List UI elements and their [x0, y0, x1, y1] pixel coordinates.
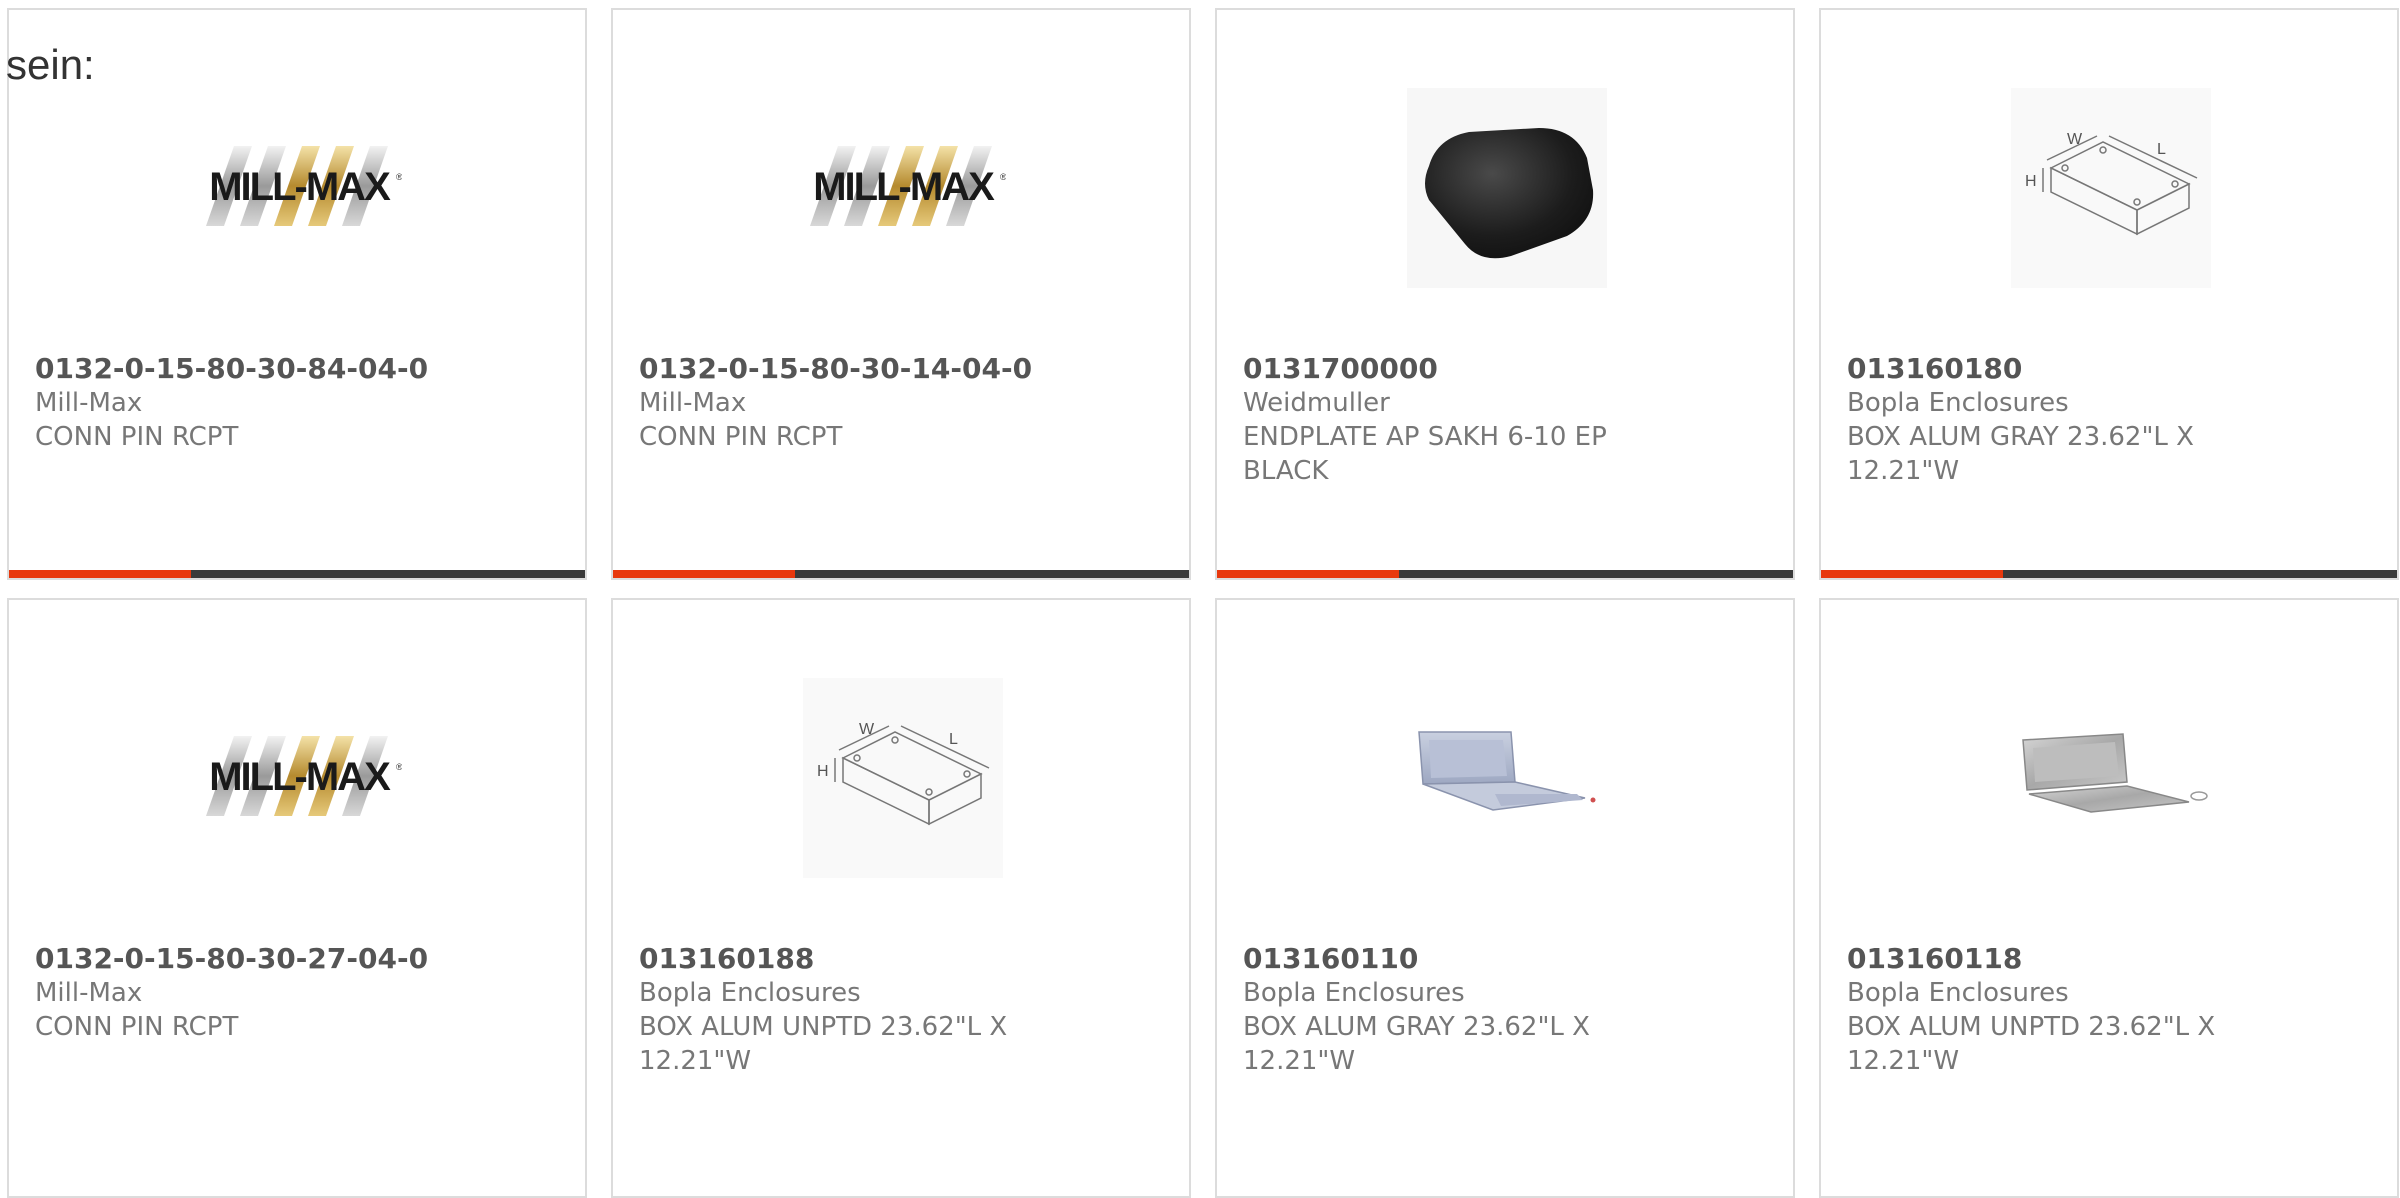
- description: CONN PIN RCPT: [35, 422, 239, 452]
- svg-text:®: ®: [396, 172, 402, 182]
- svg-text:H: H: [817, 763, 829, 780]
- product-card[interactable]: W L H 013160180 Bopla Enclosures BOX ALU…: [1819, 8, 2399, 580]
- gray-box-open-photo: [1397, 668, 1617, 888]
- product-card[interactable]: 013160118 Bopla Enclosures BOX ALUM UNPT…: [1819, 598, 2399, 1198]
- accent-strip: [1821, 570, 2003, 578]
- part-number: 013160110: [1243, 942, 1419, 975]
- svg-text:®: ®: [396, 762, 402, 772]
- svg-text:®: ®: [1000, 172, 1006, 182]
- product-card[interactable]: W L H 013160188 Bopla Enclosures BOX ALU…: [611, 598, 1191, 1198]
- part-number: 013160118: [1847, 942, 2023, 975]
- svg-text:MILL-MAX: MILL-MAX: [813, 165, 995, 209]
- manufacturer: Bopla Enclosures: [1847, 388, 2069, 418]
- part-number: 0132-0-15-80-30-14-04-0: [639, 352, 1033, 385]
- svg-text:MILL-MAX: MILL-MAX: [209, 755, 391, 799]
- page-heading: sein:: [6, 41, 95, 88]
- mill-max-logo: MILL-MAX ®: [189, 668, 409, 888]
- product-card[interactable]: MILL-MAX ® 0132-0-15-80-30-27-04-0 Mill-…: [7, 598, 587, 1198]
- card-bottom-bar: [9, 570, 585, 578]
- product-card[interactable]: 0131700000 Weidmuller ENDPLATE AP SAKH 6…: [1215, 8, 1795, 580]
- product-card[interactable]: MILL-MAX ® 0132-0-15-80-30-84-04-0 Mill-…: [7, 8, 587, 580]
- manufacturer: Bopla Enclosures: [1847, 978, 2069, 1008]
- svg-text:W: W: [859, 721, 875, 738]
- part-number: 0131700000: [1243, 352, 1438, 385]
- description: BOX ALUM UNPTD 23.62"L X 12.21"W: [1847, 1012, 2216, 1076]
- description: CONN PIN RCPT: [35, 1012, 239, 1042]
- card-bottom-bar: [613, 570, 1189, 578]
- accent-strip: [9, 570, 191, 578]
- description: ENDPLATE AP SAKH 6-10 EP BLACK: [1243, 422, 1607, 486]
- manufacturer: Bopla Enclosures: [1243, 978, 1465, 1008]
- manufacturer: Mill-Max: [35, 388, 143, 418]
- part-number: 0132-0-15-80-30-27-04-0: [35, 942, 429, 975]
- mill-max-logo: MILL-MAX ®: [793, 78, 1013, 298]
- accent-strip: [613, 570, 795, 578]
- mill-max-logo: MILL-MAX ®: [189, 78, 409, 298]
- enclosure-dimension-drawing: W L H: [793, 668, 1013, 888]
- card-bottom-bar: [1821, 570, 2397, 578]
- part-number: 013160180: [1847, 352, 2023, 385]
- manufacturer: Bopla Enclosures: [639, 978, 861, 1008]
- description: BOX ALUM GRAY 23.62"L X 12.21"W: [1847, 422, 2194, 486]
- svg-text:L: L: [2157, 141, 2166, 158]
- part-number: 013160188: [639, 942, 815, 975]
- description: BOX ALUM UNPTD 23.62"L X 12.21"W: [639, 1012, 1008, 1076]
- svg-text:MILL-MAX: MILL-MAX: [209, 165, 391, 209]
- description: CONN PIN RCPT: [639, 422, 843, 452]
- accent-strip: [1217, 570, 1399, 578]
- description: BOX ALUM GRAY 23.62"L X 12.21"W: [1243, 1012, 1590, 1076]
- enclosure-dimension-drawing: W L H: [2001, 78, 2221, 298]
- part-number: 0132-0-15-80-30-84-04-0: [35, 352, 429, 385]
- manufacturer: Mill-Max: [35, 978, 143, 1008]
- card-bottom-bar: [1217, 570, 1793, 578]
- product-grid: MILL-MAX ® 0132-0-15-80-30-84-04-0 Mill-…: [0, 0, 2400, 1198]
- aluminum-box-open-photo: [2001, 668, 2221, 888]
- svg-text:H: H: [2025, 173, 2037, 190]
- manufacturer: Weidmuller: [1243, 388, 1390, 418]
- manufacturer: Mill-Max: [639, 388, 747, 418]
- svg-text:L: L: [949, 731, 958, 748]
- black-endplate-photo: [1397, 78, 1617, 298]
- product-card[interactable]: 013160110 Bopla Enclosures BOX ALUM GRAY…: [1215, 598, 1795, 1198]
- product-card[interactable]: MILL-MAX ® 0132-0-15-80-30-14-04-0 Mill-…: [611, 8, 1191, 580]
- svg-text:W: W: [2067, 131, 2083, 148]
